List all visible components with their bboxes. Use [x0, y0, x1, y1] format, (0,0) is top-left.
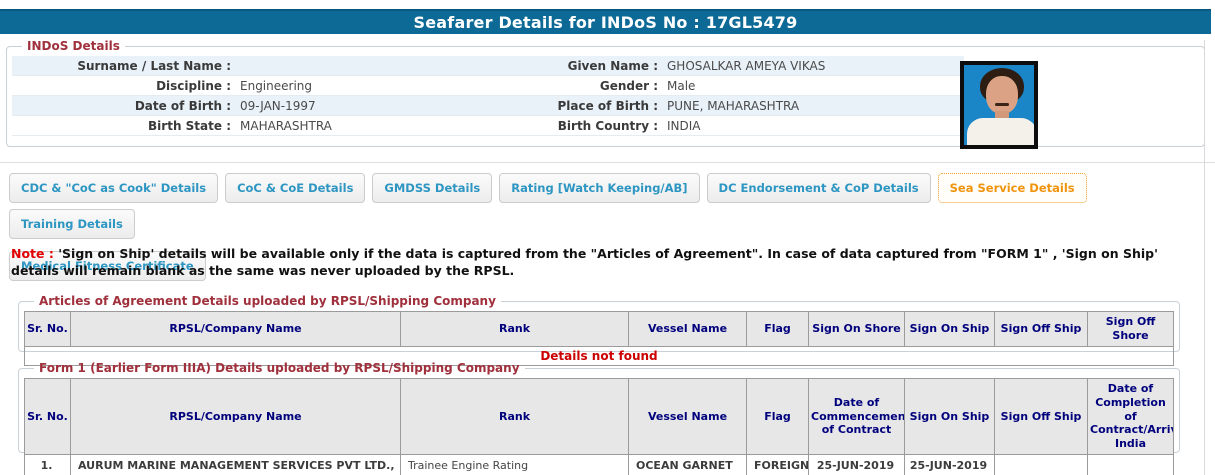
place-of-birth-label: Place of Birth :: [557, 98, 658, 113]
column-header-rank: Rank: [400, 311, 629, 347]
cell-sr-no: 1.: [24, 453, 71, 475]
cell-sign-on-ship: 25-JUN-2019: [904, 453, 995, 475]
cell-date-of-completion: [1087, 453, 1174, 475]
birth-country-label: Birth Country :: [557, 118, 658, 133]
cell-rpsl-company-name: AURUM MARINE MANAGEMENT SERVICES PVT LTD…: [70, 453, 401, 475]
column-header-sign-off-ship: Sign Off Ship: [994, 311, 1088, 347]
given-name-value: GHOSALKAR AMEYA VIKAS: [667, 58, 826, 73]
seafarer-photo: [960, 61, 1038, 149]
cell-flag: FOREIGN: [746, 453, 809, 475]
page-title: Seafarer Details for INDoS No : 17GL5479: [413, 13, 798, 32]
page-right-border: [1204, 40, 1205, 475]
discipline-label: Discipline :: [156, 78, 231, 93]
note-text: 'Sign on Ship' details will be available…: [11, 246, 1158, 278]
tab-cdc-coc-as-cook-details[interactable]: CDC & "CoC as Cook" Details: [9, 173, 219, 203]
tab-rating-watch-keeping-ab[interactable]: Rating [Watch Keeping/AB]: [499, 173, 700, 203]
discipline-value: Engineering: [240, 78, 312, 93]
photo-mustache: [995, 103, 1009, 106]
given-name-label: Given Name :: [567, 58, 658, 73]
date-of-birth-label: Date of Birth :: [134, 98, 231, 113]
place-of-birth-value: PUNE, MAHARASHTRA: [667, 98, 800, 113]
form1-details-fieldset: Form 1 (Earlier Form IIIA) Details uploa…: [18, 361, 1180, 475]
date-of-birth-value: 09-JAN-1997: [240, 98, 316, 113]
tab-dc-endorsement-cop-details[interactable]: DC Endorsement & CoP Details: [706, 173, 931, 203]
cell-rank: Trainee Engine Rating: [400, 453, 629, 475]
indos-row: Date of Birth : 09-JAN-1997 Place of Bir…: [12, 96, 964, 116]
column-header-sign-on-ship: Sign On Ship: [904, 311, 995, 347]
column-header-sr-no: Sr. No.: [24, 311, 71, 347]
column-header-vessel-name: Vessel Name: [628, 311, 747, 347]
indos-details-grid: Surname / Last Name : Given Name : GHOSA…: [12, 56, 964, 136]
column-header-rpsl-company-name: RPSL/Company Name: [70, 311, 401, 347]
gender-label: Gender :: [599, 78, 658, 93]
indos-row: Birth State : MAHARASHTRA Birth Country …: [12, 116, 964, 136]
column-header-date-of-completion: Date of Completion of Contract/Arriving …: [1087, 378, 1174, 455]
articles-of-agreement-legend: Articles of Agreement Details uploaded b…: [39, 294, 496, 308]
indos-row: Discipline : Engineering Gender : Male: [12, 76, 964, 96]
column-header-sign-on-ship: Sign On Ship: [904, 378, 995, 455]
column-header-sign-on-shore: Sign On Shore: [808, 311, 905, 347]
photo-face: [986, 76, 1018, 114]
surname-label: Surname / Last Name :: [77, 58, 231, 73]
articles-of-agreement-fieldset: Articles of Agreement Details uploaded b…: [18, 294, 1180, 366]
indos-details-fieldset: INDoS Details Surname / Last Name : Give…: [6, 39, 1205, 149]
column-header-rank: Rank: [400, 378, 629, 455]
tab-training-details[interactable]: Training Details: [9, 209, 135, 239]
table-header-row: Sr. No. RPSL/Company Name Rank Vessel Na…: [24, 311, 1174, 347]
table-row: 1. AURUM MARINE MANAGEMENT SERVICES PVT …: [24, 453, 1174, 475]
birth-state-value: MAHARASHTRA: [240, 118, 332, 133]
cell-vessel-name: OCEAN GARNET: [628, 453, 747, 475]
table-header-row: Sr. No. RPSL/Company Name Rank Vessel Na…: [24, 378, 1174, 455]
tab-gmdss-details[interactable]: GMDSS Details: [372, 173, 493, 203]
indos-details-legend: INDoS Details: [27, 39, 120, 53]
column-header-rpsl-company-name: RPSL/Company Name: [70, 378, 401, 455]
birth-state-label: Birth State :: [148, 118, 231, 133]
articles-of-agreement-table: Sr. No. RPSL/Company Name Rank Vessel Na…: [24, 311, 1174, 366]
sign-on-ship-note: Note : 'Sign on Ship' details will be av…: [11, 246, 1196, 279]
column-header-flag: Flag: [746, 378, 809, 455]
form1-details-table: Sr. No. RPSL/Company Name Rank Vessel Na…: [24, 378, 1174, 475]
column-header-vessel-name: Vessel Name: [628, 378, 747, 455]
column-header-sr-no: Sr. No.: [24, 378, 71, 455]
column-header-flag: Flag: [746, 311, 809, 347]
gender-value: Male: [667, 78, 696, 93]
cell-date-of-commencement: 25-JUN-2019: [808, 453, 905, 475]
note-label: Note :: [11, 246, 54, 261]
form1-details-legend: Form 1 (Earlier Form IIIA) Details uploa…: [39, 361, 520, 375]
column-header-date-of-commencement: Date of Commencement of Contract: [808, 378, 905, 455]
cell-sign-off-ship: [994, 453, 1088, 475]
photo-shirt: [967, 118, 1034, 145]
column-header-sign-off-ship: Sign Off Ship: [994, 378, 1088, 455]
birth-country-value: INDIA: [667, 118, 701, 133]
indos-row: Surname / Last Name : Given Name : GHOSA…: [12, 56, 964, 76]
tab-coc-coe-details[interactable]: CoC & CoE Details: [225, 173, 366, 203]
header-bar: Seafarer Details for INDoS No : 17GL5479: [0, 9, 1211, 34]
column-header-sign-off-shore: Sign Off Shore: [1087, 311, 1174, 347]
section-divider: [0, 162, 1215, 163]
tab-sea-service-details[interactable]: Sea Service Details: [937, 173, 1087, 203]
